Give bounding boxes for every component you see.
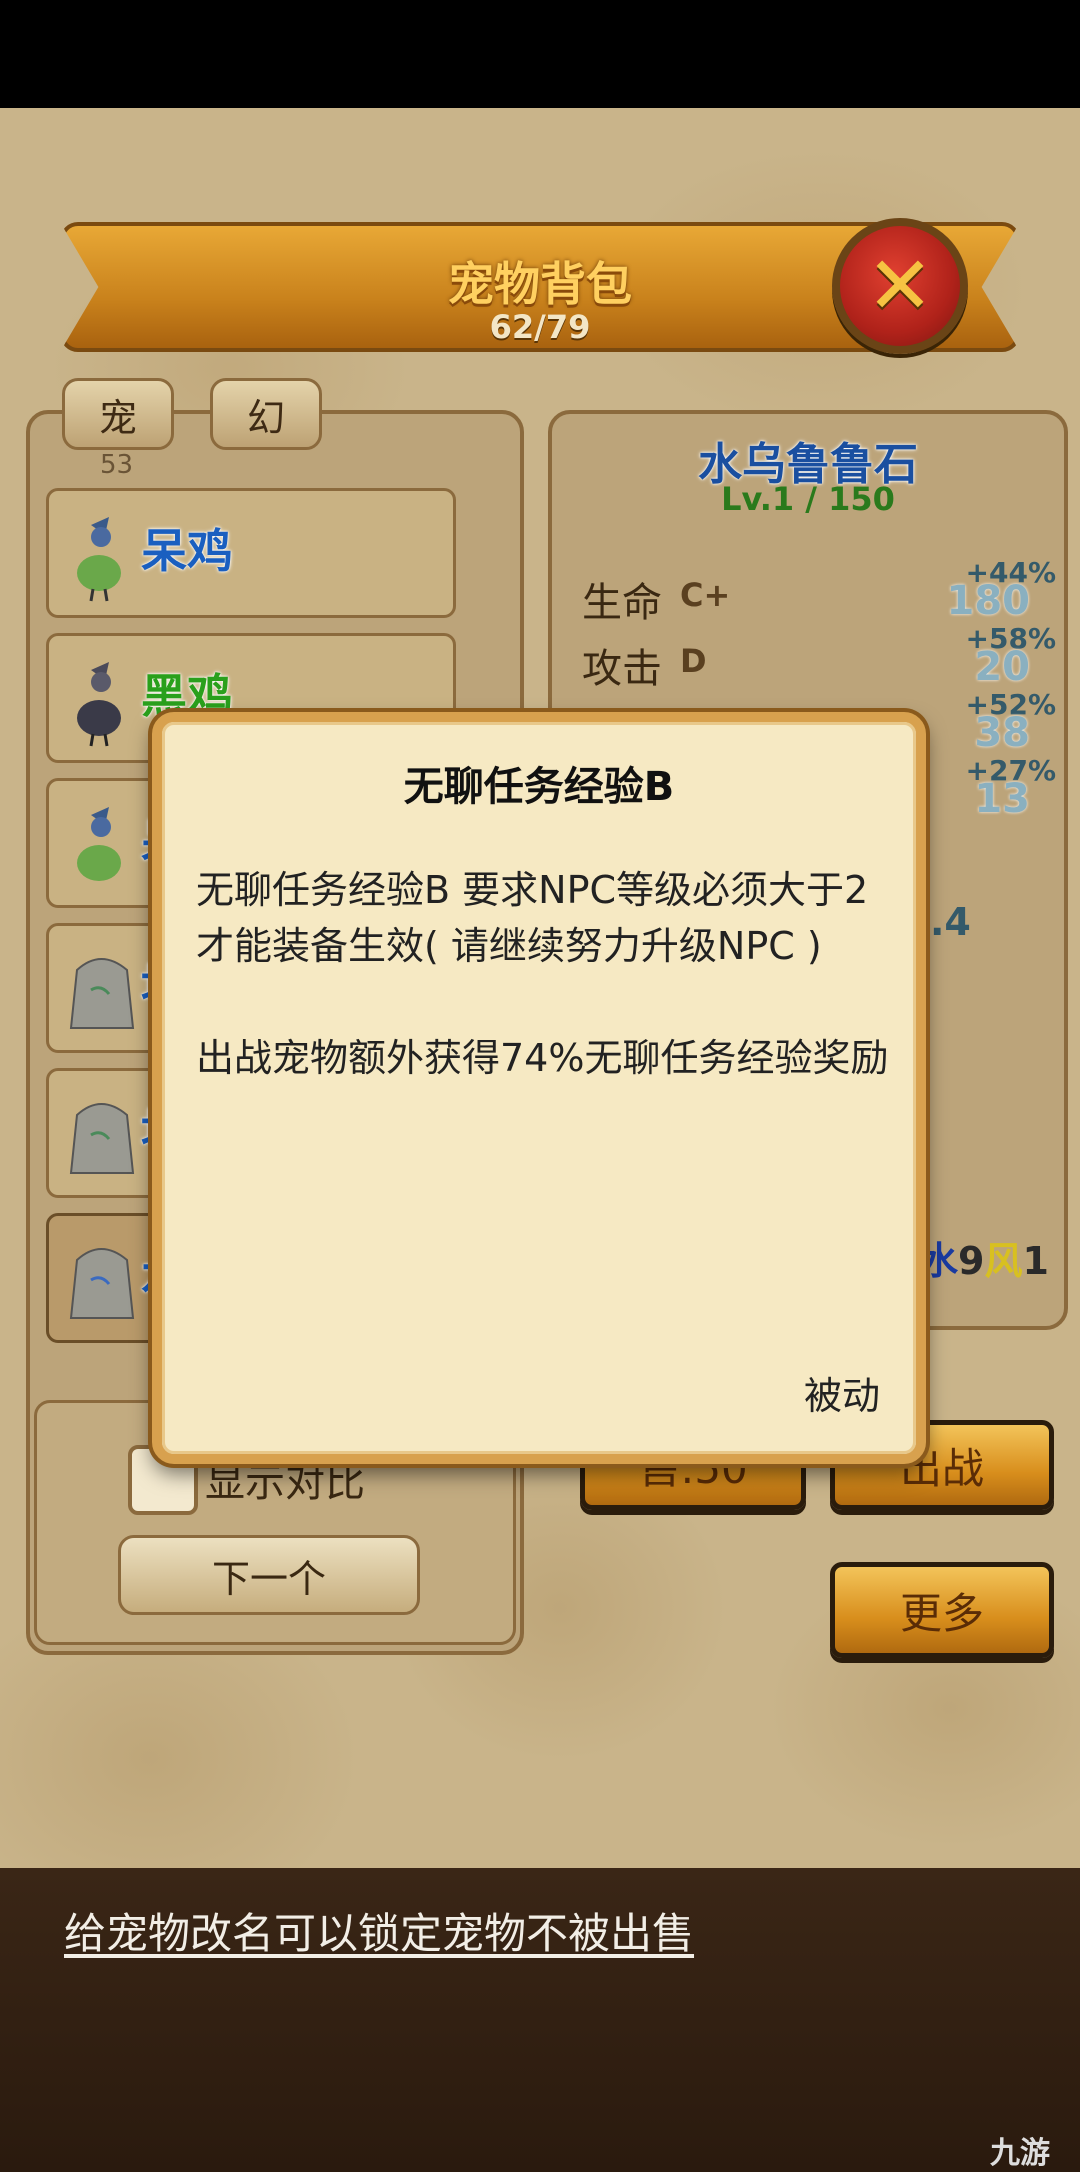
element-water-value: 9	[958, 1239, 985, 1283]
stone-icon	[69, 958, 135, 1029]
bird-icon	[77, 517, 121, 602]
element-wind: 风	[984, 1239, 1023, 1283]
stone-icon	[69, 1103, 135, 1174]
stat-value-defense: 38	[974, 710, 1030, 756]
stone-icon	[69, 1248, 135, 1319]
tab-pet-count: 53	[100, 450, 134, 480]
stat-label-attack: 攻击	[582, 646, 662, 692]
dialog-body: 无聊任务经验B 要求NPC等级必须大于2 才能装备生效( 请继续努力升级NPC …	[196, 862, 902, 1142]
status-bar	[0, 0, 1080, 108]
stat-value-attack: 20	[974, 644, 1030, 690]
pet-name: 呆鸡	[141, 524, 233, 578]
bird-icon	[77, 807, 121, 881]
pet-detail-level: Lv.1 / 150	[721, 480, 895, 518]
watermark-logo: 九游	[990, 2136, 1050, 2171]
dialog-skill-type: 被动	[803, 1374, 880, 1418]
dark-bird-icon	[77, 662, 121, 747]
stat-grade-hp: C+	[680, 576, 731, 614]
dialog-requirement-text: 无聊任务经验B 要求NPC等级必须大于2 才能装备生效( 请继续努力升级NPC …	[196, 868, 869, 968]
close-button[interactable]: ✕	[832, 218, 968, 354]
more-button[interactable]: 更多	[830, 1562, 1054, 1658]
dialog-title: 无聊任务经验B	[403, 764, 675, 810]
close-x-icon: ✕	[866, 239, 934, 332]
element-wind-value: 1	[1022, 1239, 1049, 1283]
tab-phantom[interactable]: 幻	[210, 378, 322, 450]
tip-text[interactable]: 给宠物改名可以锁定宠物不被出售	[64, 1900, 694, 1961]
stat-label-hp: 生命	[582, 580, 662, 626]
dialog-effect-text: 出战宠物额外获得74%无聊任务经验奖励	[196, 1036, 889, 1080]
stat-grade-attack: D	[680, 642, 707, 680]
stat-value-hp: 180	[946, 578, 1031, 624]
tab-pet[interactable]: 宠	[62, 378, 174, 450]
element-affinity: 水9风1	[920, 1230, 1049, 1285]
skill-tooltip-dialog[interactable]: 无聊任务经验B 无聊任务经验B 要求NPC等级必须大于2 才能装备生效( 请继续…	[152, 712, 926, 1464]
misc-stat-value: .4	[930, 900, 971, 944]
stat-value-speed: 13	[974, 776, 1030, 822]
next-button[interactable]: 下一个	[118, 1535, 420, 1615]
pet-list-item[interactable]: 呆鸡	[46, 488, 456, 618]
